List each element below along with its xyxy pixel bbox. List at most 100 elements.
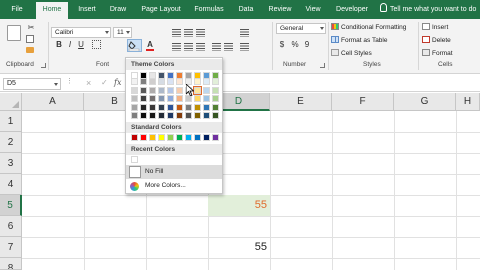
theme-color-swatch[interactable] [131,78,138,85]
format-painter-icon[interactable] [26,47,34,53]
theme-color-swatch[interactable] [149,112,156,119]
recent-color-swatch[interactable] [131,156,138,163]
format-as-table-button[interactable]: Format as Table [331,35,387,47]
insert-cells-button[interactable]: Insert [422,22,448,34]
theme-color-swatch[interactable] [131,86,138,94]
name-box[interactable]: D5 [3,78,61,90]
bold-icon[interactable]: B [54,40,64,50]
insert-function-icon[interactable]: fx [114,78,121,87]
theme-color-swatch[interactable] [167,112,174,119]
theme-color-swatch[interactable] [158,86,165,94]
theme-color-swatch[interactable] [203,112,210,119]
conditional-formatting-button[interactable]: Conditional Formatting [331,22,406,34]
theme-color-swatch[interactable] [212,112,219,119]
theme-color-swatch[interactable] [185,95,192,102]
row-header-8[interactable]: 8 [0,258,22,270]
row-header-5[interactable]: 5 [0,195,22,216]
theme-color-swatch[interactable] [131,112,138,119]
enter-icon[interactable]: ✓ [101,78,108,87]
font-size-combo[interactable]: 11 [113,27,132,38]
format-cells-button[interactable]: Format [422,48,453,60]
bottom-align-icon[interactable] [196,29,205,37]
theme-color-swatch[interactable] [131,103,138,111]
theme-color-swatch[interactable] [185,112,192,119]
theme-color-swatch[interactable] [158,112,165,119]
standard-color-swatch[interactable] [212,134,219,141]
align-right-icon[interactable] [196,43,205,51]
column-header-f[interactable]: F [332,93,394,111]
theme-color-swatch[interactable] [158,78,165,85]
font-color-icon[interactable]: A [145,40,155,51]
cell-styles-button[interactable]: Cell Styles [331,48,372,60]
row-header-1[interactable]: 1 [0,111,22,132]
row-header-6[interactable]: 6 [0,216,22,237]
theme-color-swatch[interactable] [167,95,174,102]
clipboard-launcher-icon[interactable] [41,63,46,68]
cancel-icon[interactable]: × [86,78,91,88]
number-format-combo[interactable]: General [276,23,326,34]
tell-me-box[interactable]: Tell me what you want to do [380,0,476,19]
percent-icon[interactable]: % [290,40,300,50]
theme-color-swatch[interactable] [203,95,210,102]
theme-color-swatch[interactable] [131,95,138,102]
fill-color-icon[interactable] [127,39,142,52]
comma-style-icon[interactable]: 9 [302,40,312,50]
cell-d5[interactable]: 55 [208,195,270,216]
column-header-a[interactable]: A [22,93,84,111]
tab-developer[interactable]: Developer [330,0,374,19]
cell-d7[interactable]: 55 [208,237,270,258]
align-center-icon[interactable] [184,43,193,51]
theme-color-swatch[interactable] [194,112,201,119]
theme-color-swatch[interactable] [193,85,202,95]
theme-color-swatch[interactable] [149,86,156,94]
top-align-icon[interactable] [172,29,181,37]
select-all-button[interactable] [0,93,22,111]
worksheet-grid[interactable]: A B C D E F G H 1 2 3 4 5 6 7 8 55 55 [0,93,480,270]
theme-color-swatch[interactable] [212,78,219,85]
increase-indent-icon[interactable] [224,43,233,51]
theme-color-swatch[interactable] [203,86,210,94]
theme-color-swatch[interactable] [176,95,183,102]
tab-review[interactable]: Review [264,0,296,19]
theme-color-swatch[interactable] [194,78,201,85]
currency-icon[interactable]: $ [277,40,287,50]
tab-data[interactable]: Data [232,0,260,19]
theme-color-swatch[interactable] [176,103,183,111]
theme-color-swatch[interactable] [140,103,147,111]
borders-icon[interactable] [92,40,101,49]
standard-color-swatch[interactable] [131,134,138,141]
paste-icon[interactable] [7,25,21,41]
theme-color-swatch[interactable] [158,103,165,111]
column-header-h[interactable]: H [456,93,480,111]
no-fill-item[interactable]: No Fill [126,165,222,179]
row-header-2[interactable]: 2 [0,132,22,153]
standard-color-swatch[interactable] [203,134,210,141]
theme-color-swatch[interactable] [194,103,201,111]
column-header-e[interactable]: E [270,93,332,111]
theme-color-swatch[interactable] [212,86,219,94]
theme-color-swatch[interactable] [212,103,219,111]
row-header-7[interactable]: 7 [0,237,22,258]
tab-file[interactable]: File [2,0,32,19]
copy-icon[interactable] [26,35,34,43]
theme-color-swatch[interactable] [176,86,183,94]
theme-color-swatch[interactable] [194,95,201,102]
theme-color-swatch[interactable] [140,112,147,119]
standard-color-swatch[interactable] [158,134,165,141]
theme-color-swatch[interactable] [149,95,156,102]
standard-color-swatch[interactable] [167,134,174,141]
standard-color-swatch[interactable] [194,134,201,141]
tab-page-layout[interactable]: Page Layout [136,0,186,19]
theme-color-swatch[interactable] [185,103,192,111]
font-name-combo[interactable]: Calibri [51,27,111,38]
theme-color-swatch[interactable] [176,112,183,119]
theme-color-swatch[interactable] [149,103,156,111]
theme-color-swatch[interactable] [149,78,156,85]
wrap-text-icon[interactable] [240,29,249,37]
tab-home[interactable]: Home [36,2,68,19]
theme-color-swatch[interactable] [167,78,174,85]
tab-insert[interactable]: Insert [72,0,102,19]
column-header-g[interactable]: G [394,93,456,111]
theme-color-swatch[interactable] [167,86,174,94]
theme-color-swatch[interactable] [203,103,210,111]
